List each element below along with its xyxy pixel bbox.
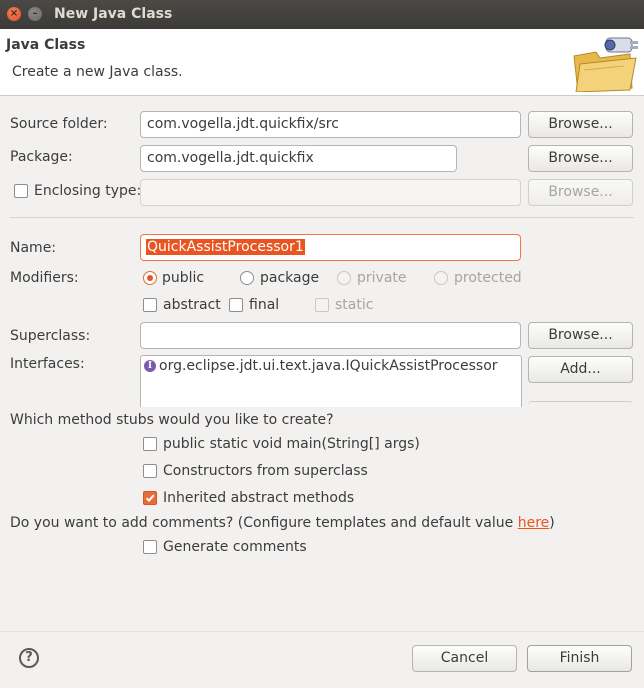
interface-icon: I: [144, 360, 156, 372]
superclass-label: Superclass:: [10, 328, 91, 344]
page-subtitle: Create a new Java class.: [12, 64, 183, 80]
finish-button[interactable]: Finish: [527, 645, 632, 672]
help-icon[interactable]: ?: [19, 648, 39, 668]
source-folder-label: Source folder:: [10, 116, 108, 132]
source-folder-input[interactable]: com.vogella.jdt.quickfix/src: [140, 111, 521, 138]
protected-radio[interactable]: [434, 271, 448, 285]
generate-comments-label: Generate comments: [163, 539, 307, 555]
abstract-checkbox[interactable]: [143, 298, 157, 312]
name-input[interactable]: QuickAssistProcessor1: [140, 234, 521, 261]
package-radio[interactable]: [240, 271, 254, 285]
interface-item[interactable]: org.eclipse.jdt.ui.text.java.IQuickAssis…: [159, 358, 498, 374]
page-title: Java Class: [6, 37, 86, 53]
enclosing-type-label: Enclosing type:: [34, 183, 142, 199]
title-bar[interactable]: × – New Java Class: [0, 0, 644, 29]
package-input[interactable]: com.vogella.jdt.quickfix: [140, 145, 457, 172]
check-icon: [145, 494, 155, 503]
static-checkbox[interactable]: [315, 298, 329, 312]
package-label: Package:: [10, 149, 73, 165]
name-label: Name:: [10, 240, 57, 256]
abstract-label: abstract: [163, 297, 221, 313]
inherited-methods-checkbox[interactable]: [143, 491, 157, 505]
enclosing-type-browse-button[interactable]: Browse...: [528, 179, 633, 206]
comments-question-text: Do you want to add comments? (Configure …: [10, 515, 518, 531]
new-class-wizard-icon: [566, 34, 640, 93]
inherited-methods-label: Inherited abstract methods: [163, 490, 355, 506]
separator: [10, 217, 634, 218]
interfaces-remove-button[interactable]: [528, 401, 633, 408]
main-method-label: public static void main(String[] args): [163, 436, 420, 452]
enclosing-type-input[interactable]: [140, 179, 521, 206]
constructors-checkbox[interactable]: [143, 464, 157, 478]
package-access-label: package: [260, 270, 320, 286]
superclass-input[interactable]: [140, 322, 521, 349]
comments-question: Do you want to add comments? (Configure …: [10, 515, 555, 531]
comments-question-end: ): [549, 515, 555, 531]
generate-comments-checkbox[interactable]: [143, 540, 157, 554]
configure-templates-link[interactable]: here: [518, 515, 550, 531]
minimize-window-icon[interactable]: –: [28, 7, 42, 21]
package-browse-button[interactable]: Browse...: [528, 145, 633, 172]
superclass-browse-button[interactable]: Browse...: [528, 322, 633, 349]
final-checkbox[interactable]: [229, 298, 243, 312]
method-stubs-question: Which method stubs would you like to cre…: [10, 412, 334, 428]
interfaces-list[interactable]: I org.eclipse.jdt.ui.text.java.IQuickAss…: [140, 355, 522, 407]
final-label: final: [249, 297, 280, 313]
protected-label: protected: [454, 270, 522, 286]
name-input-selected-text: QuickAssistProcessor1: [146, 239, 305, 255]
wizard-header: Java Class Create a new Java class.: [0, 29, 644, 96]
interfaces-add-button[interactable]: Add...: [528, 356, 633, 383]
constructors-label: Constructors from superclass: [163, 463, 368, 479]
source-folder-browse-button[interactable]: Browse...: [528, 111, 633, 138]
enclosing-type-checkbox[interactable]: [14, 184, 28, 198]
close-window-icon[interactable]: ×: [7, 7, 21, 21]
footer-separator: [0, 631, 644, 632]
modifiers-label: Modifiers:: [10, 270, 79, 286]
private-radio[interactable]: [337, 271, 351, 285]
main-method-checkbox[interactable]: [143, 437, 157, 451]
window-title: New Java Class: [54, 6, 173, 22]
public-label: public: [162, 270, 205, 286]
cancel-button[interactable]: Cancel: [412, 645, 517, 672]
interfaces-label: Interfaces:: [10, 356, 85, 372]
public-radio[interactable]: [143, 271, 157, 285]
private-label: private: [357, 270, 407, 286]
static-label: static: [335, 297, 374, 313]
